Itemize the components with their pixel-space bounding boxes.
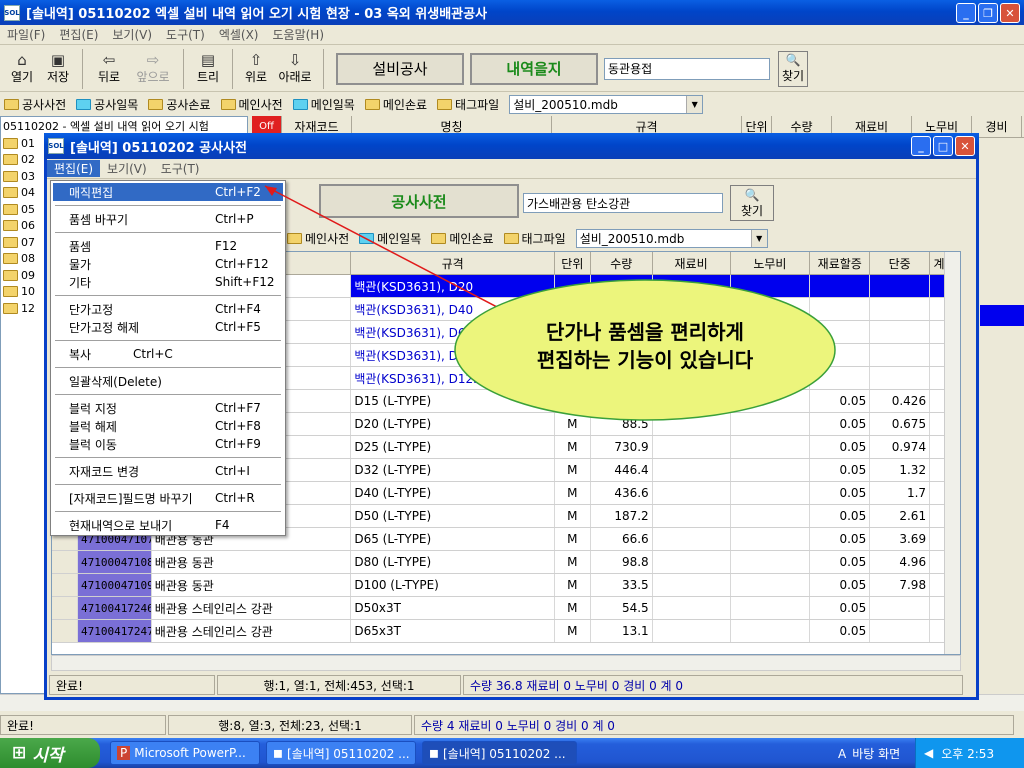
- chevron-left-icon[interactable]: ◀: [924, 746, 933, 760]
- app-logo-icon: ◼: [273, 746, 283, 760]
- app-logo-icon: ◼: [429, 746, 439, 760]
- windows-logo-icon: ⊞: [12, 743, 27, 763]
- task-powerpoint[interactable]: P Microsoft PowerP...: [110, 741, 260, 765]
- callout-text: 단가나 품셈을 편리하게 편집하는 기능이 있습니다: [536, 320, 754, 372]
- system-tray: ◀ 오후 2:53: [915, 738, 1024, 768]
- start-button[interactable]: ⊞ 시작: [0, 738, 100, 768]
- task-sol-2[interactable]: ◼ [솔내역] 05110202 ...: [422, 741, 577, 765]
- taskbar: ⊞ 시작 P Microsoft PowerP... ◼ [솔내역] 05110202…: [0, 738, 1024, 768]
- desktop-toolbar[interactable]: A 바탕 화면: [838, 745, 900, 762]
- language-indicator-icon: A: [838, 747, 847, 761]
- clock: 오후 2:53: [941, 746, 995, 761]
- task-sol-1[interactable]: ◼ [솔내역] 05110202 ...: [266, 741, 416, 765]
- powerpoint-icon: P: [117, 746, 131, 760]
